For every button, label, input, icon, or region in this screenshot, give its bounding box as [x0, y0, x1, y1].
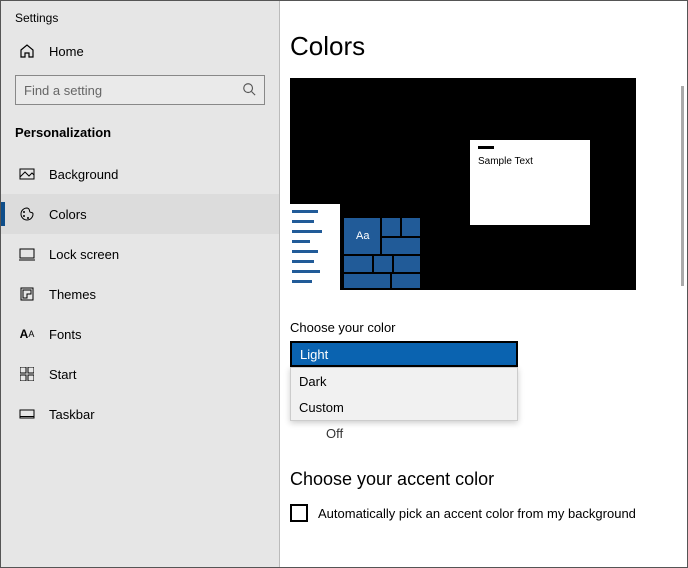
auto-accent-checkbox[interactable]: [290, 504, 308, 522]
sidebar-item-label: Fonts: [49, 327, 82, 342]
window-title: Settings: [1, 1, 279, 33]
page-title: Colors: [280, 1, 687, 78]
transparency-toggle-partial: Off: [290, 423, 687, 443]
start-icon: [19, 366, 35, 382]
sidebar-item-taskbar[interactable]: Taskbar: [1, 394, 279, 434]
color-dropdown-label: Choose your color: [290, 320, 687, 335]
picture-icon: [19, 166, 35, 182]
sidebar-item-background[interactable]: Background: [1, 154, 279, 194]
sidebar-item-colors[interactable]: Colors: [1, 194, 279, 234]
accent-color-header: Choose your accent color: [290, 469, 687, 490]
home-button[interactable]: Home: [1, 33, 279, 69]
color-dropdown-list: Dark Custom: [290, 367, 518, 421]
home-icon: [19, 43, 35, 59]
search-input[interactable]: Find a setting: [15, 75, 265, 105]
transparency-toggle-value: Off: [326, 426, 343, 441]
auto-accent-checkbox-row[interactable]: Automatically pick an accent color from …: [290, 504, 687, 522]
palette-icon: [19, 206, 35, 222]
sidebar-item-label: Colors: [49, 207, 87, 222]
color-option-dark[interactable]: Dark: [291, 368, 517, 394]
home-label: Home: [49, 44, 84, 59]
sidebar: Settings Home Find a setting Personaliza…: [1, 1, 279, 567]
lock-screen-icon: [19, 246, 35, 262]
sidebar-item-themes[interactable]: Themes: [1, 274, 279, 314]
section-title: Personalization: [1, 121, 279, 154]
search-placeholder: Find a setting: [24, 83, 102, 98]
preview-start-menu-left: [290, 204, 340, 290]
preview-sample-text: Sample Text: [478, 156, 533, 167]
preview-start-tiles: Aa: [344, 218, 424, 290]
sidebar-item-fonts[interactable]: AA Fonts: [1, 314, 279, 354]
color-dropdown-selected[interactable]: Light: [290, 341, 518, 367]
color-option-custom[interactable]: Custom: [291, 394, 517, 420]
sidebar-item-label: Lock screen: [49, 247, 119, 262]
sidebar-item-label: Background: [49, 167, 118, 182]
themes-icon: [19, 286, 35, 302]
auto-accent-checkbox-label: Automatically pick an accent color from …: [318, 506, 636, 521]
sidebar-item-label: Taskbar: [49, 407, 95, 422]
taskbar-icon: [19, 406, 35, 422]
sidebar-item-lock-screen[interactable]: Lock screen: [1, 234, 279, 274]
sidebar-item-label: Themes: [49, 287, 96, 302]
sidebar-item-start[interactable]: Start: [1, 354, 279, 394]
preview-window: Sample Text: [470, 140, 590, 225]
color-dropdown[interactable]: Light Dark Custom: [290, 341, 518, 421]
search-icon: [242, 82, 256, 99]
content-pane: Colors Sample Text Aa: [280, 1, 687, 567]
fonts-icon: AA: [19, 326, 35, 342]
scrollbar[interactable]: [681, 86, 684, 286]
preview-aa: Aa: [356, 230, 369, 242]
sidebar-item-label: Start: [49, 367, 76, 382]
color-preview: Sample Text Aa: [290, 78, 636, 290]
